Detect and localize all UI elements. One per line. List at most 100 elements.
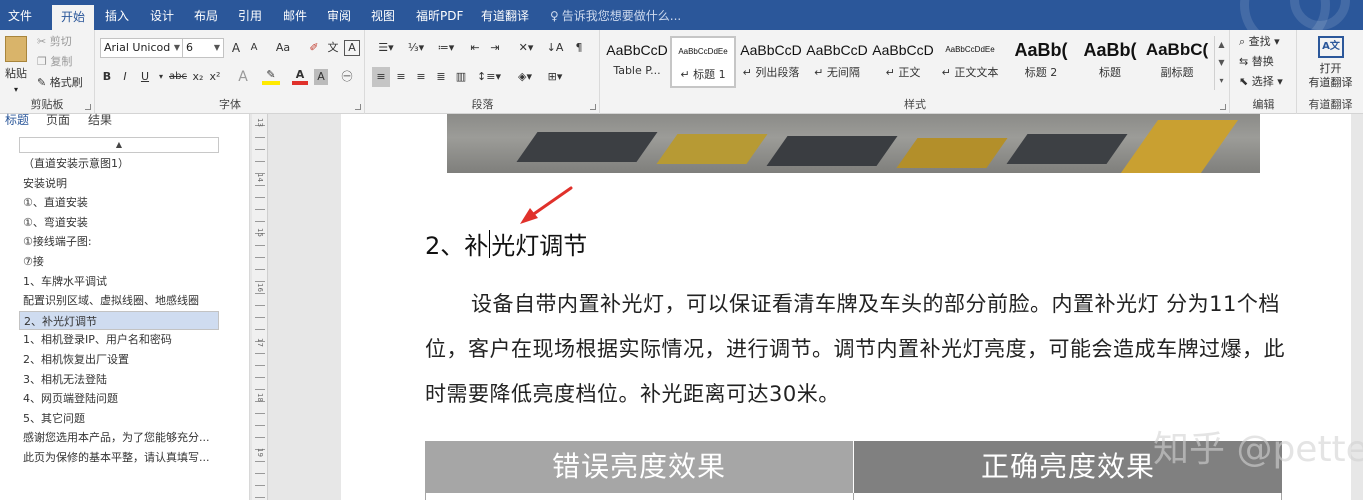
document-page[interactable]: 2、补 光灯调节 设备自带内置补光灯，可以保证看清车牌及车头的部分前脸。内置补光灯… bbox=[341, 114, 1363, 500]
section-heading[interactable]: 2、补 光灯调节 bbox=[425, 226, 587, 261]
translate-icon[interactable]: A文 bbox=[1318, 36, 1344, 58]
tab-mailings[interactable]: 邮件 bbox=[283, 0, 307, 30]
vertical-ruler[interactable]: 13 14 15 16 17 18 19 bbox=[252, 114, 268, 500]
nav-heading-item[interactable]: 1、相机登录IP、用户名和密码 bbox=[19, 330, 219, 349]
superscript-button[interactable]: x² bbox=[208, 67, 222, 87]
tab-references[interactable]: 引用 bbox=[238, 0, 262, 30]
shrink-font-button[interactable]: A bbox=[247, 38, 261, 58]
nav-heading-item[interactable]: （直道安装示意图1） bbox=[19, 154, 219, 173]
multilevel-list-icon[interactable]: ≔▾ bbox=[432, 38, 460, 58]
find-button[interactable]: ⌕ 查找 ▾ bbox=[1239, 32, 1280, 52]
tab-foxit-pdf[interactable]: 福昕PDF bbox=[416, 0, 463, 30]
chevron-up-icon[interactable]: ▲ bbox=[1215, 36, 1228, 54]
chinese-layout-icon[interactable]: ✕▾ bbox=[512, 38, 540, 58]
underline-dropdown-icon[interactable]: ▾ bbox=[156, 67, 166, 87]
style-normal[interactable]: AaBbCcD ↵ 正文 bbox=[870, 36, 936, 88]
shading-icon[interactable]: ◈▾ bbox=[512, 67, 538, 87]
change-case-button[interactable]: Aa bbox=[271, 38, 295, 58]
style-title[interactable]: AaBb(标题 bbox=[1077, 36, 1143, 88]
nav-heading-item[interactable]: 4、网页端登陆问题 bbox=[19, 389, 219, 408]
font-color-button[interactable]: A bbox=[292, 67, 308, 85]
paste-button[interactable]: 粘贴 bbox=[3, 64, 29, 84]
highlight-icon[interactable]: ✎ bbox=[262, 67, 280, 85]
clear-format-icon[interactable]: ✐ bbox=[306, 38, 322, 58]
nav-heading-item[interactable]: 1、车牌水平调试 bbox=[19, 272, 219, 291]
style-list-paragraph[interactable]: AaBbCcD ↵ 列出段落 bbox=[738, 36, 804, 88]
more-styles-icon[interactable]: ▾ bbox=[1215, 72, 1228, 90]
chevron-down-icon[interactable]: ▼ bbox=[1215, 54, 1228, 72]
tab-insert[interactable]: 插入 bbox=[105, 0, 129, 30]
line-spacing-icon[interactable]: ↕≡▾ bbox=[476, 67, 502, 87]
sort-icon[interactable]: ↓A bbox=[546, 38, 564, 58]
nav-heading-item[interactable]: 此页为保修的基本平整，请认真填写... bbox=[19, 448, 219, 467]
style-subtitle[interactable]: AaBbC(副标题 bbox=[1144, 36, 1210, 88]
borders-icon[interactable]: ⊞▾ bbox=[542, 67, 568, 87]
strikethrough-button[interactable]: abc bbox=[168, 67, 188, 87]
align-right-icon[interactable]: ≡ bbox=[412, 67, 430, 87]
nav-heading-item[interactable]: 感谢您选用本产品，为了您能够充分... bbox=[19, 428, 219, 447]
nav-heading-item[interactable]: 配置识别区域、虚拟线圈、地感线圈 bbox=[19, 291, 219, 310]
tab-design[interactable]: 设计 bbox=[150, 0, 174, 30]
font-launcher-icon[interactable] bbox=[355, 104, 361, 110]
align-left-icon[interactable]: ≡ bbox=[372, 67, 390, 87]
italic-button[interactable]: I bbox=[118, 67, 132, 87]
style-heading-2[interactable]: AaBb(标题 2 bbox=[1008, 36, 1074, 88]
format-painter-button[interactable]: ✎ 格式刷 bbox=[37, 73, 83, 93]
tab-layout[interactable]: 布局 bbox=[194, 0, 218, 30]
bullets-icon[interactable]: ☰▾ bbox=[372, 38, 400, 58]
tab-youdao[interactable]: 有道翻译 bbox=[481, 0, 529, 30]
style-heading-1[interactable]: AaBbCcDdEe ↵ 标题 1 bbox=[670, 36, 736, 88]
nav-heading-item[interactable]: 3、相机无法登陆 bbox=[19, 370, 219, 389]
tab-view[interactable]: 视图 bbox=[371, 0, 395, 30]
tab-home[interactable]: 开始 bbox=[52, 5, 94, 30]
justify-icon[interactable]: ≣ bbox=[432, 67, 450, 87]
paragraph-launcher-icon[interactable] bbox=[590, 104, 596, 110]
show-marks-icon[interactable]: ¶ bbox=[570, 38, 588, 58]
nav-heading-item[interactable]: 2、相机恢复出厂设置 bbox=[19, 350, 219, 369]
styles-launcher-icon[interactable] bbox=[1220, 104, 1226, 110]
nav-tab-headings[interactable]: 标题 bbox=[5, 111, 29, 128]
style-body-text[interactable]: AaBbCcDdEe ↵ 正文文本 bbox=[937, 36, 1003, 88]
collapse-headings-button[interactable]: ▲ bbox=[19, 137, 219, 153]
enclose-char-icon[interactable]: ㊀ bbox=[339, 67, 355, 87]
nav-heading-item[interactable]: 5、其它问题 bbox=[19, 409, 219, 428]
char-border-icon[interactable]: A bbox=[344, 40, 360, 56]
font-size-select[interactable]: 6 ▼ bbox=[182, 38, 224, 58]
paste-dropdown-icon[interactable]: ▾ bbox=[14, 85, 18, 94]
subscript-button[interactable]: x₂ bbox=[191, 67, 205, 87]
nav-heading-item[interactable]: ①、直道安装 bbox=[19, 193, 219, 212]
tab-review[interactable]: 审阅 bbox=[327, 0, 351, 30]
numbering-icon[interactable]: ⅓▾ bbox=[402, 38, 430, 58]
open-youdao-button-line2[interactable]: 有道翻译 bbox=[1298, 75, 1363, 91]
body-paragraph[interactable]: 设备自带内置补光灯，可以保证看清车牌及车头的部分前脸。内置补光灯 分为11个档位… bbox=[425, 282, 1285, 417]
style-table-paragraph[interactable]: AaBbCcD Table P... bbox=[604, 36, 670, 88]
text-effects-button[interactable]: A bbox=[236, 67, 250, 87]
decrease-indent-icon[interactable]: ⇤ bbox=[466, 38, 484, 58]
clipboard-launcher-icon[interactable] bbox=[85, 104, 91, 110]
nav-heading-item[interactable]: ①接线端子图: bbox=[19, 232, 219, 251]
nav-heading-item[interactable]: ⑦接 bbox=[19, 252, 219, 271]
document-area[interactable]: 2、补 光灯调节 设备自带内置补光灯，可以保证看清车牌及车头的部分前脸。内置补光灯… bbox=[269, 114, 1363, 500]
underline-button[interactable]: U bbox=[138, 67, 152, 87]
increase-indent-icon[interactable]: ⇥ bbox=[486, 38, 504, 58]
cut-button[interactable]: ✂ 剪切 bbox=[37, 32, 72, 52]
font-name-select[interactable]: Arial Unicod ▼ bbox=[100, 38, 184, 58]
distributed-icon[interactable]: ▥ bbox=[452, 67, 470, 87]
nav-heading-item[interactable]: 安装说明 bbox=[19, 174, 219, 193]
nav-heading-item[interactable]: 2、补光灯调节 bbox=[19, 310, 219, 330]
bold-button[interactable]: B bbox=[100, 67, 114, 87]
nav-tab-results[interactable]: 结果 bbox=[88, 111, 112, 128]
align-center-icon[interactable]: ≡ bbox=[392, 67, 410, 87]
replace-button[interactable]: ⇆ 替换 bbox=[1239, 52, 1274, 72]
copy-button[interactable]: ❐ 复制 bbox=[37, 52, 72, 72]
style-no-spacing[interactable]: AaBbCcD ↵ 无间隔 bbox=[804, 36, 870, 88]
select-button[interactable]: ⬉ 选择 ▾ bbox=[1239, 72, 1283, 92]
phonetic-guide-icon[interactable]: 文 bbox=[326, 38, 340, 58]
nav-heading-item[interactable]: ①、弯道安装 bbox=[19, 213, 219, 232]
nav-tab-pages[interactable]: 页面 bbox=[46, 111, 70, 128]
tab-file[interactable]: 文件 bbox=[8, 0, 32, 30]
styles-scroll[interactable]: ▲ ▼ ▾ bbox=[1214, 36, 1228, 90]
char-shading-button[interactable]: A bbox=[314, 69, 328, 85]
grow-font-button[interactable]: A bbox=[229, 38, 243, 58]
tell-me-search[interactable]: ♀ 告诉我您想要做什么... bbox=[550, 0, 681, 30]
